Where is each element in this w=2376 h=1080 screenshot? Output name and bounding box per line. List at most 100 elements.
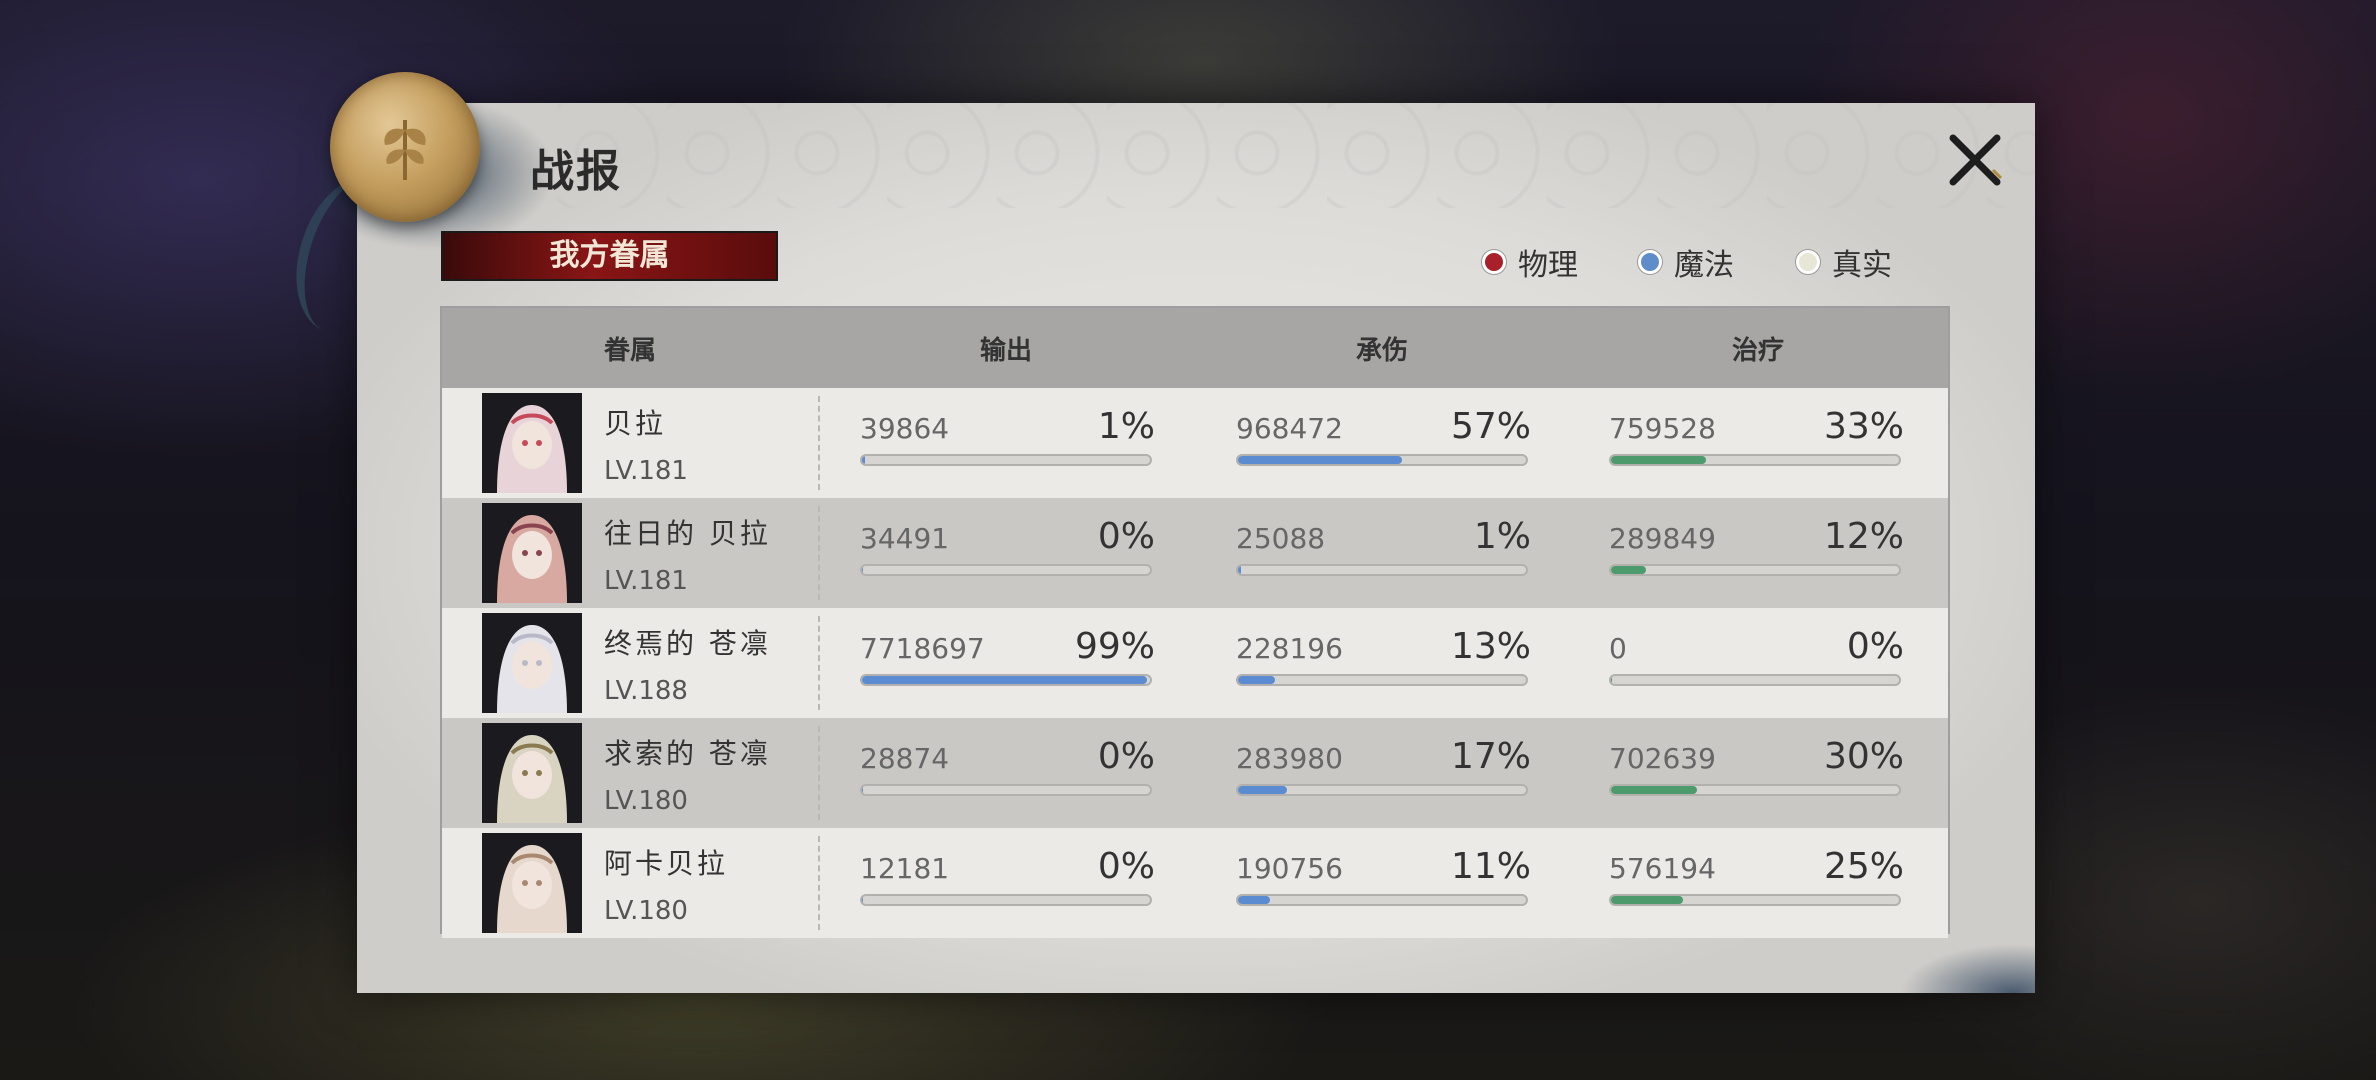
output-stat: 12181 0%: [860, 846, 1155, 912]
avatar[interactable]: [482, 503, 582, 603]
avatar[interactable]: [482, 723, 582, 823]
heal-stat: 576194 25%: [1609, 846, 1904, 912]
heal-percent: 25%: [1823, 846, 1904, 887]
taken-progress-bar: [1236, 454, 1528, 466]
column-header-familiar: 眷属: [603, 335, 656, 366]
familiar-name: 往日的 贝拉: [604, 517, 771, 550]
column-header-damage-taken: 承伤: [1355, 335, 1408, 366]
familiar-name: 终焉的 苍凛: [604, 627, 771, 660]
heal-percent: 33%: [1823, 406, 1904, 447]
legend-label: 物理: [1518, 248, 1578, 283]
table-row: 阿卡贝拉 LV.180 12181 0% 190756 11% 576194 2…: [442, 828, 1948, 938]
stats-table: 眷属 输出 承伤 治疗 贝拉 LV.181 39864 1% 968472 57…: [440, 306, 1950, 938]
output-progress-fill: [862, 786, 864, 794]
taken-percent: 1%: [1473, 516, 1531, 557]
table-row: 终焉的 苍凛 LV.188 7718697 99% 228196 13% 0 0…: [442, 608, 1948, 718]
legend-label: 魔法: [1674, 248, 1734, 283]
output-progress-fill: [862, 676, 1148, 684]
familiar-name: 贝拉: [604, 407, 667, 440]
familiar-name: 阿卡贝拉: [604, 847, 729, 880]
column-header-healing: 治疗: [1731, 335, 1784, 366]
heal-value: 576194: [1609, 852, 1716, 885]
divider: [818, 836, 820, 930]
tab-our-side[interactable]: 我方眷属: [441, 231, 778, 281]
output-progress-fill: [862, 566, 864, 574]
output-percent: 0%: [1097, 516, 1155, 557]
heal-percent: 0%: [1846, 626, 1904, 667]
heal-value: 759528: [1609, 412, 1716, 445]
divider: [818, 616, 820, 710]
output-percent: 0%: [1097, 736, 1155, 777]
heal-percent: 30%: [1823, 736, 1904, 777]
output-value: 34491: [860, 522, 950, 555]
taken-percent: 11%: [1450, 846, 1531, 887]
heal-value: 0: [1609, 632, 1627, 665]
legend-magic: 魔法: [1638, 240, 1734, 284]
avatar[interactable]: [482, 613, 582, 713]
heal-value: 702639: [1609, 742, 1716, 775]
heal-progress-fill: [1611, 676, 1613, 684]
legend-physical: 物理: [1482, 240, 1578, 284]
legend-label: 真实: [1832, 248, 1892, 283]
output-progress-bar: [860, 564, 1152, 576]
taken-percent: 57%: [1450, 406, 1531, 447]
output-percent: 0%: [1097, 846, 1155, 887]
taken-percent: 17%: [1450, 736, 1531, 777]
legend-true: 真实: [1796, 240, 1892, 284]
output-value: 39864: [860, 412, 950, 445]
output-progress-bar: [860, 784, 1152, 796]
heal-percent: 12%: [1823, 516, 1904, 557]
output-value: 12181: [860, 852, 950, 885]
table-header: 眷属 输出 承伤 治疗: [442, 308, 1948, 388]
taken-percent: 13%: [1450, 626, 1531, 667]
divider: [818, 396, 820, 490]
taken-progress-fill: [1238, 566, 1241, 574]
output-percent: 99%: [1074, 626, 1155, 667]
avatar[interactable]: [482, 833, 582, 933]
heal-stat: 289849 12%: [1609, 516, 1904, 582]
taken-progress-fill: [1238, 456, 1403, 464]
taken-stat: 283980 17%: [1236, 736, 1531, 802]
output-progress-bar: [860, 674, 1152, 686]
taken-value: 968472: [1236, 412, 1343, 445]
taken-progress-bar: [1236, 784, 1528, 796]
heal-progress-fill: [1611, 566, 1646, 574]
familiar-level: LV.181: [604, 456, 688, 486]
output-stat: 34491 0%: [860, 516, 1155, 582]
taken-progress-fill: [1238, 786, 1287, 794]
taken-value: 190756: [1236, 852, 1343, 885]
legend-dot-icon: [1796, 250, 1820, 274]
taken-progress-bar: [1236, 894, 1528, 906]
taken-value: 25088: [1236, 522, 1326, 555]
familiar-level: LV.180: [604, 896, 688, 926]
taken-stat: 190756 11%: [1236, 846, 1531, 912]
wax-seal-icon: [330, 72, 480, 222]
output-value: 28874: [860, 742, 950, 775]
taken-progress-bar: [1236, 674, 1528, 686]
heal-progress-fill: [1611, 456, 1707, 464]
taken-progress-bar: [1236, 564, 1528, 576]
taken-progress-fill: [1238, 676, 1276, 684]
output-progress-bar: [860, 454, 1152, 466]
taken-value: 228196: [1236, 632, 1343, 665]
divider: [818, 506, 820, 600]
heal-progress-bar: [1609, 564, 1901, 576]
output-stat: 7718697 99%: [860, 626, 1155, 692]
avatar[interactable]: [482, 393, 582, 493]
heal-progress-bar: [1609, 674, 1901, 686]
output-percent: 1%: [1097, 406, 1155, 447]
legend-dot-icon: [1638, 250, 1662, 274]
heal-progress-fill: [1611, 786, 1698, 794]
lace-border-decoration: [557, 103, 2035, 208]
close-icon[interactable]: [1945, 130, 2005, 190]
familiar-level: LV.188: [604, 676, 688, 706]
taken-stat: 25088 1%: [1236, 516, 1531, 582]
heal-stat: 759528 33%: [1609, 406, 1904, 472]
taken-stat: 968472 57%: [1236, 406, 1531, 472]
familiar-level: LV.181: [604, 566, 688, 596]
table-row: 求索的 苍凛 LV.180 28874 0% 283980 17% 702639…: [442, 718, 1948, 828]
heal-progress-fill: [1611, 896, 1683, 904]
familiar-name: 求索的 苍凛: [604, 737, 771, 770]
divider: [818, 726, 820, 820]
heal-stat: 0 0%: [1609, 626, 1904, 692]
